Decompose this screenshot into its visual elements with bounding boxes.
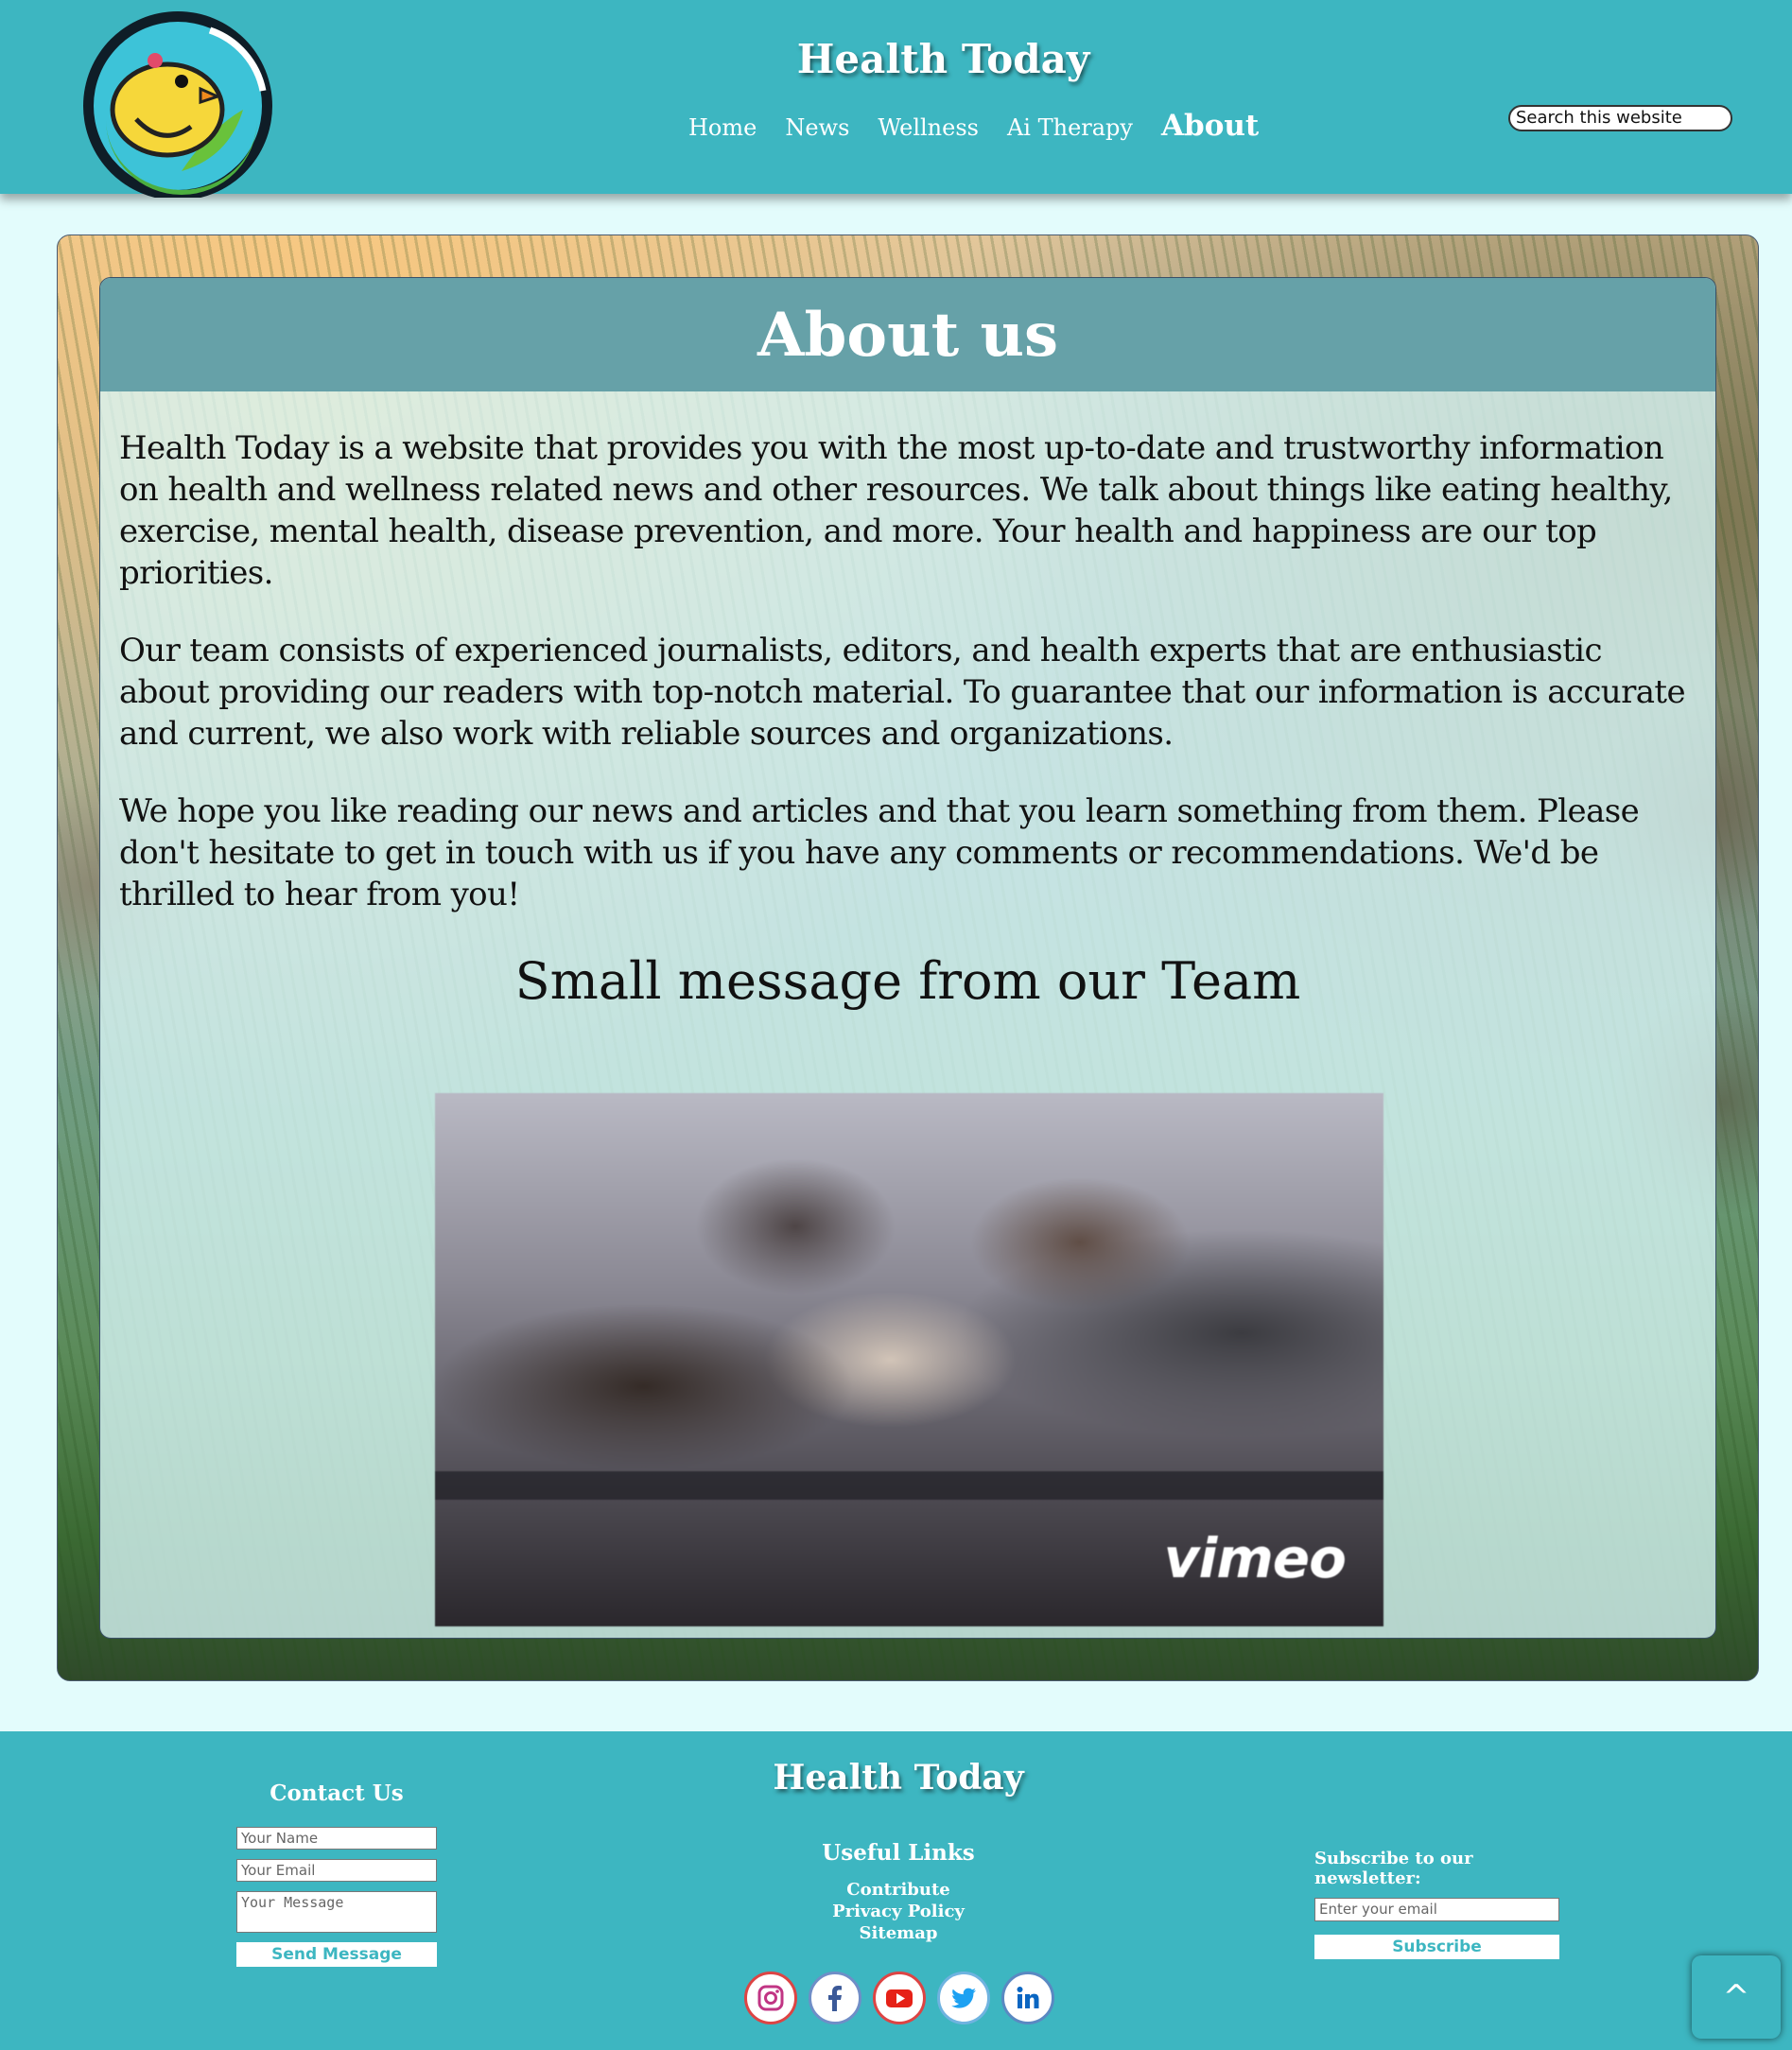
youtube-icon[interactable] [873, 1972, 926, 2024]
newsletter-email-input[interactable]: Enter your email [1314, 1898, 1559, 1921]
about-panel: About us Health Today is a website that … [99, 277, 1716, 1639]
vimeo-logo-icon[interactable]: vimeo [1164, 1526, 1347, 1590]
site-header: Health Today Home News Wellness Ai Thera… [0, 0, 1792, 200]
nav-wellness[interactable]: Wellness [878, 114, 979, 141]
site-title: Health Today [796, 36, 1090, 82]
about-body: Health Today is a website that provides … [100, 391, 1715, 1011]
nav-news[interactable]: News [785, 114, 849, 141]
nav-home[interactable]: Home [688, 114, 757, 141]
nav-ai-therapy[interactable]: Ai Therapy [1007, 114, 1133, 141]
back-to-top-button[interactable]: ^ [1692, 1955, 1781, 2039]
instagram-icon[interactable] [744, 1972, 797, 2024]
twitter-icon[interactable] [937, 1972, 990, 2024]
nav-about[interactable]: About [1161, 109, 1259, 143]
send-message-button[interactable]: Send Message [236, 1942, 437, 1967]
chick-logo-icon[interactable] [78, 6, 278, 200]
newsletter-form: Subscribe to our newsletter: Enter your … [1314, 1849, 1560, 1959]
contact-title: Contact Us [270, 1781, 404, 1806]
video-overlay-band [435, 1471, 1383, 1500]
main-nav: Home News Wellness Ai Therapy About [688, 109, 1259, 143]
linkedin-icon[interactable] [1001, 1972, 1054, 2024]
social-links [744, 1972, 1054, 2024]
subscribe-button[interactable]: Subscribe [1314, 1935, 1559, 1959]
about-title: About us [757, 299, 1059, 371]
newsletter-title: Subscribe to our newsletter: [1314, 1849, 1473, 1888]
about-hero: About us Health Today is a website that … [57, 235, 1759, 1681]
team-message-title: Small message from our Team [514, 951, 1301, 1011]
about-paragraph: We hope you like reading our news and ar… [119, 792, 1640, 913]
facebook-icon[interactable] [809, 1972, 861, 2024]
about-paragraph: Our team consists of experienced journal… [119, 632, 1686, 753]
search-input[interactable]: Search this website [1508, 105, 1732, 131]
about-paragraph: Health Today is a website that provides … [119, 429, 1673, 592]
about-header: About us [100, 278, 1715, 391]
team-video-player[interactable]: vimeo [435, 1093, 1383, 1626]
